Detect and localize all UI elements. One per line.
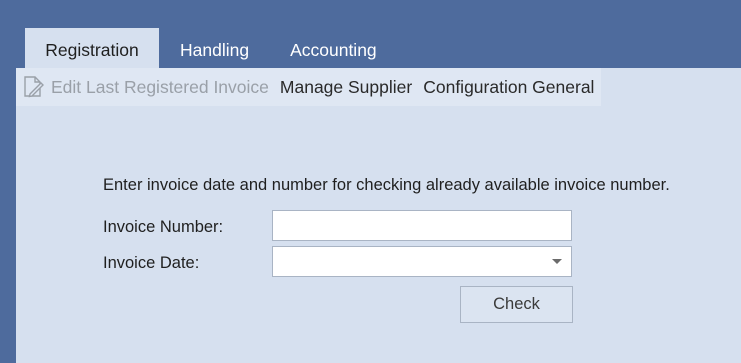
edit-last-registered-invoice-button[interactable]: Edit Last Registered Invoice [16,68,269,106]
configuration-general-button[interactable]: Configuration General [423,68,594,106]
manage-supplier-label: Manage Supplier [279,76,413,97]
chevron-down-icon[interactable] [552,259,562,264]
invoice-date-picker[interactable] [272,246,572,277]
invoice-number-input[interactable] [272,210,572,241]
ribbon-toolbar: Edit Last Registered Invoice Manage Supp… [16,68,601,106]
check-button[interactable]: Check [460,286,573,323]
tab-accounting[interactable]: Accounting [269,28,397,68]
main-tab-bar: Registration Handling Accounting [25,28,397,68]
configuration-general-label: Configuration General [423,76,595,97]
instructions-text: Enter invoice date and number for checki… [103,176,670,194]
tab-registration[interactable]: Registration [25,28,159,68]
invoice-number-label: Invoice Number: [103,218,224,236]
registration-panel: Edit Last Registered Invoice Manage Supp… [16,68,741,363]
invoice-date-label: Invoice Date: [103,254,200,272]
tab-handling[interactable]: Handling [159,28,269,68]
edit-last-registered-invoice-label: Edit Last Registered Invoice [51,76,269,97]
manage-supplier-button[interactable]: Manage Supplier [280,68,412,106]
edit-document-icon [24,76,44,98]
